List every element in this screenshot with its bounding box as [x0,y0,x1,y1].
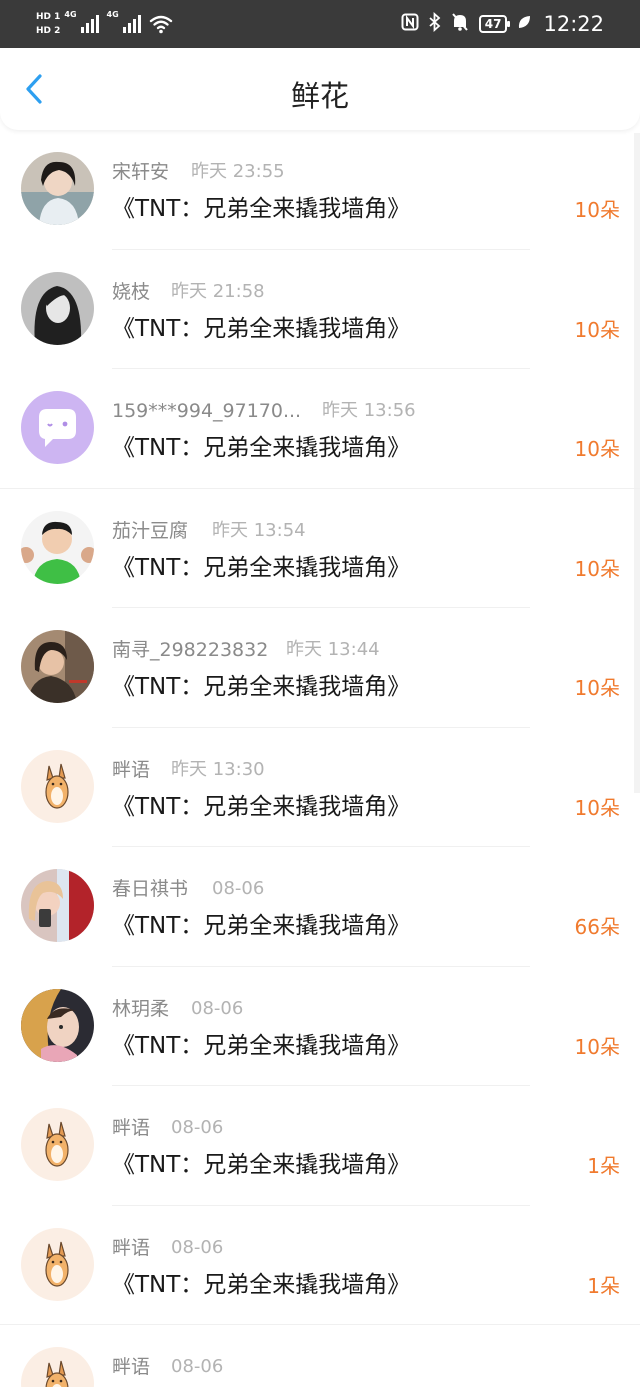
avatar[interactable] [21,271,94,345]
list-item[interactable]: 畔语 08-06 [0,1325,640,1387]
avatar[interactable] [21,630,94,703]
avatar[interactable] [21,869,94,942]
timestamp: 08-06 [171,1117,224,1138]
page-title: 鲜花 [290,79,349,113]
timestamp: 昨天 13:56 [322,400,416,421]
list-item[interactable]: 畔语 昨天 13:30 《TNT：兄弟全来撬我墙角》 10朵 [0,728,640,847]
list-item[interactable]: 娆枝 昨天 21:58 《TNT：兄弟全来撬我墙角》 10朵 [0,250,640,369]
user-name: 159***994_97170... [112,400,302,422]
signal-area: HD 1 HD 2 4G 4G [36,6,173,42]
gift-list: 宋轩安 昨天 23:55 《TNT：兄弟全来撬我墙角》 10朵 娆枝 昨天 21… [0,130,640,1387]
user-name: 畔语 [112,1236,151,1259]
timestamp: 昨天 13:54 [212,519,306,541]
flower-count: 10朵 [574,556,620,581]
avatar[interactable] [21,1108,94,1181]
clock: 12:22 [543,12,604,36]
status-bar: HD 1 HD 2 4G 4G 47 12:22 [0,0,640,48]
network-type-1: 4G [64,10,77,19]
flower-count: 66朵 [574,915,620,939]
flower-count: 10朵 [574,198,620,222]
flower-count: 10朵 [574,437,620,461]
top-bar: 鲜花 [0,48,640,130]
list-item[interactable]: 159***994_97170... 昨天 13:56 《TNT：兄弟全来撬我墙… [0,369,640,489]
user-name: 畔语 [112,1117,151,1139]
book-title: 《TNT：兄弟全来撬我墙角》 [112,315,411,342]
avatar[interactable] [21,152,94,225]
avatar[interactable] [21,1227,94,1301]
user-name: 畔语 [112,1356,151,1378]
timestamp: 昨天 13:44 [286,639,380,660]
flower-count: 1朵 [587,1154,620,1178]
user-name: 茄汁豆腐 [112,519,189,542]
avatar[interactable] [21,510,94,584]
avatar[interactable] [21,391,94,464]
avatar[interactable] [21,749,94,823]
nfc-icon [401,13,419,35]
hd2-label: HD 2 [36,26,61,36]
timestamp: 08-06 [212,878,265,899]
list-item[interactable]: 茄汁豆腐 昨天 13:54 《TNT：兄弟全来撬我墙角》 10朵 [0,489,640,608]
flower-count: 10朵 [574,795,620,820]
timestamp: 昨天 13:30 [171,758,265,780]
user-name: 畔语 [112,758,151,781]
book-title: 《TNT：兄弟全来撬我墙角》 [112,674,411,700]
battery-icon: 47 [478,15,511,33]
book-title: 《TNT：兄弟全来撬我墙角》 [112,1152,411,1178]
status-right: 47 12:22 [401,0,604,48]
timestamp: 08-06 [191,997,244,1019]
bell-muted-icon [451,12,469,36]
list-item[interactable]: 林玥柔 08-06 《TNT：兄弟全来撬我墙角》 10朵 [0,967,640,1086]
list-item[interactable]: 畔语 08-06 《TNT：兄弟全来撬我墙角》 1朵 [0,1086,640,1206]
timestamp: 昨天 23:55 [191,161,285,182]
hd1-label: HD 1 [36,12,61,22]
user-name: 春日祺书 [112,878,189,900]
avatar[interactable] [21,988,94,1062]
timestamp: 08-06 [171,1356,224,1377]
timestamp: 08-06 [171,1236,224,1258]
user-name: 娆枝 [112,280,151,303]
user-name: 宋轩安 [112,161,170,183]
wifi-icon [149,15,172,34]
signal-bars-icon [80,15,99,33]
avatar[interactable] [21,1347,94,1387]
book-title: 《TNT：兄弟全来撬我墙角》 [112,793,411,820]
list-item[interactable]: 春日祺书 08-06 《TNT：兄弟全来撬我墙角》 66朵 [0,847,640,967]
flower-count: 10朵 [574,1034,620,1059]
flower-count: 10朵 [574,676,620,700]
flower-count: 1朵 [587,1273,620,1298]
hd-indicator: HD 1 HD 2 [36,12,60,36]
book-title: 《TNT：兄弟全来撬我墙角》 [112,913,411,939]
user-name: 林玥柔 [112,997,170,1020]
book-title: 《TNT：兄弟全来撬我墙角》 [112,1271,411,1298]
user-name: 南寻_298223832 [112,639,269,661]
book-title: 《TNT：兄弟全来撬我墙角》 [112,554,411,581]
signal-bars-icon [122,15,141,33]
book-title: 《TNT：兄弟全来撬我墙角》 [112,196,411,222]
bluetooth-icon [429,11,441,36]
network-type-2: 4G [106,10,119,19]
book-title: 《TNT：兄弟全来撬我墙角》 [112,1032,411,1059]
book-title: 《TNT：兄弟全来撬我墙角》 [112,435,411,461]
list-item[interactable]: 南寻_298223832 昨天 13:44 《TNT：兄弟全来撬我墙角》 10朵 [0,608,640,728]
list-item[interactable]: 宋轩安 昨天 23:55 《TNT：兄弟全来撬我墙角》 10朵 [0,130,640,250]
flower-count: 10朵 [574,317,620,342]
list-item[interactable]: 畔语 08-06 《TNT：兄弟全来撬我墙角》 1朵 [0,1206,640,1325]
timestamp: 昨天 21:58 [171,280,265,302]
leaf-icon [517,14,531,34]
